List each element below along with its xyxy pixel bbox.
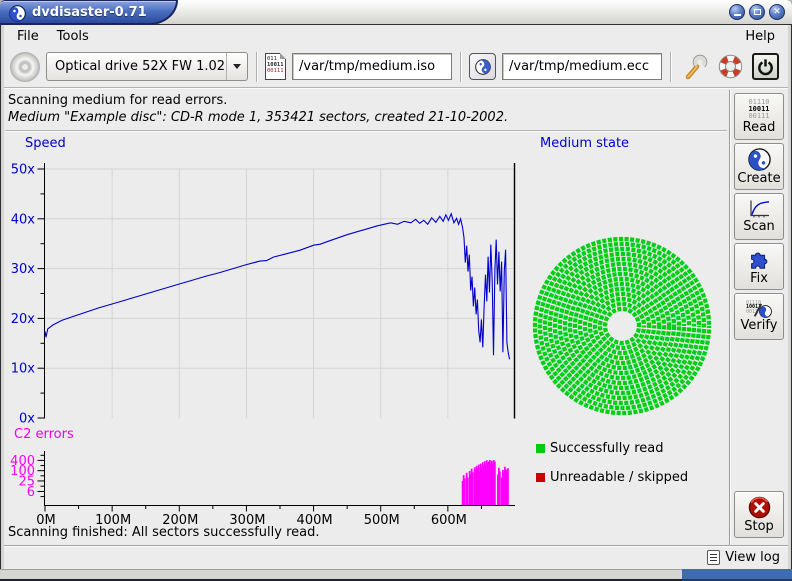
main-area: Scanning medium for read errors. Medium … [0,90,792,545]
dvdisaster-logo-icon [9,5,26,22]
toolbar: Optical drive 52X FW 1.02 011 10011 0011… [4,46,788,88]
svg-text:0x: 0x [19,412,35,427]
maximize-button[interactable] [749,4,765,20]
menu-tools[interactable]: Tools [48,28,98,45]
toolbar-separator [256,52,257,82]
legend-swatch-red [536,473,545,482]
verify-button-label: Verify [741,318,778,333]
menubar: File Tools Help [4,26,788,46]
scan-button-label: Scan [743,219,775,234]
stop-button-label: Stop [744,519,774,534]
iso-path-input[interactable] [292,53,452,80]
svg-text:50x: 50x [11,163,36,178]
mini-chart-icon [747,199,771,219]
stop-icon [748,496,771,519]
iso-file-icon: 011 10011 00111 [265,53,286,80]
svg-text:40x: 40x [11,212,36,227]
status-bar: View log [0,545,792,569]
svg-text:20x: 20x [11,312,36,327]
window-title: dvdisaster-0.71 [32,5,147,20]
create-button[interactable]: Create [734,143,784,190]
svg-text:10x: 10x [11,362,36,377]
fix-button-label: Fix [750,271,768,286]
view-log-button[interactable]: View log [725,550,780,565]
scan-button[interactable]: Scan [734,193,784,240]
svg-text:6: 6 [27,485,35,500]
yin-yang-icon [748,148,771,171]
titlebar-tab: dvdisaster-0.71 [0,0,178,25]
help-lifesaver-icon[interactable] [717,53,744,80]
ecc-path-input[interactable] [502,53,662,80]
log-list-icon [707,550,720,565]
window-frame-bottom [0,569,792,581]
sidebar: 01110 10011 00111 Read Create [729,90,788,545]
toolbar-separator [670,52,671,82]
preferences-wrench-icon[interactable] [683,54,709,80]
ecc-file-icon [469,53,496,80]
binary-digits-icon: 01110 10011 00111 [748,99,769,120]
window-frame-left [0,25,4,569]
drive-selector-value: Optical drive 52X FW 1.02 [47,59,226,74]
window-resize-corner[interactable] [682,569,792,581]
chevron-down-icon[interactable] [226,53,247,80]
drive-selector[interactable]: Optical drive 52X FW 1.02 [46,52,248,81]
minimize-button[interactable] [729,4,745,20]
menu-file[interactable]: File [8,28,48,45]
status-line-action: Scanning medium for read errors. [8,93,227,108]
app-window: dvdisaster-0.71 ✕ File Tools Help Optica… [0,0,792,581]
puzzle-piece-icon [747,247,771,271]
stop-button[interactable]: Stop [734,491,784,538]
legend-label-unreadable: Unreadable / skipped [550,470,688,485]
optical-disc-icon [10,52,40,82]
verify-icon: 01110 10011 00111 [746,301,772,318]
svg-text:500M: 500M [364,513,400,528]
menu-help[interactable]: Help [736,28,784,45]
create-button-label: Create [737,171,780,186]
fix-button[interactable]: Fix [734,243,784,290]
legend-item-unreadable: Unreadable / skipped [536,470,688,485]
titlebar[interactable]: dvdisaster-0.71 ✕ [0,0,792,25]
svg-text:600M: 600M [431,513,467,528]
quit-power-button[interactable] [752,53,779,80]
window-frame-right [788,25,792,569]
legend-swatch-green [536,444,545,453]
svg-text:30x: 30x [11,262,36,277]
toolbar-separator [460,52,461,82]
read-button[interactable]: 01110 10011 00111 Read [734,93,784,140]
legend-label-success: Successfully read [550,441,663,456]
verify-button[interactable]: 01110 10011 00111 Verify [734,293,784,340]
status-line-medium-info: Medium "Example disc": CD-R mode 1, 3534… [8,110,508,125]
close-button[interactable]: ✕ [769,4,785,20]
legend-item-success: Successfully read [536,441,663,456]
read-button-label: Read [743,120,776,135]
scan-result-text: Scanning finished: All sectors successfu… [8,525,320,540]
